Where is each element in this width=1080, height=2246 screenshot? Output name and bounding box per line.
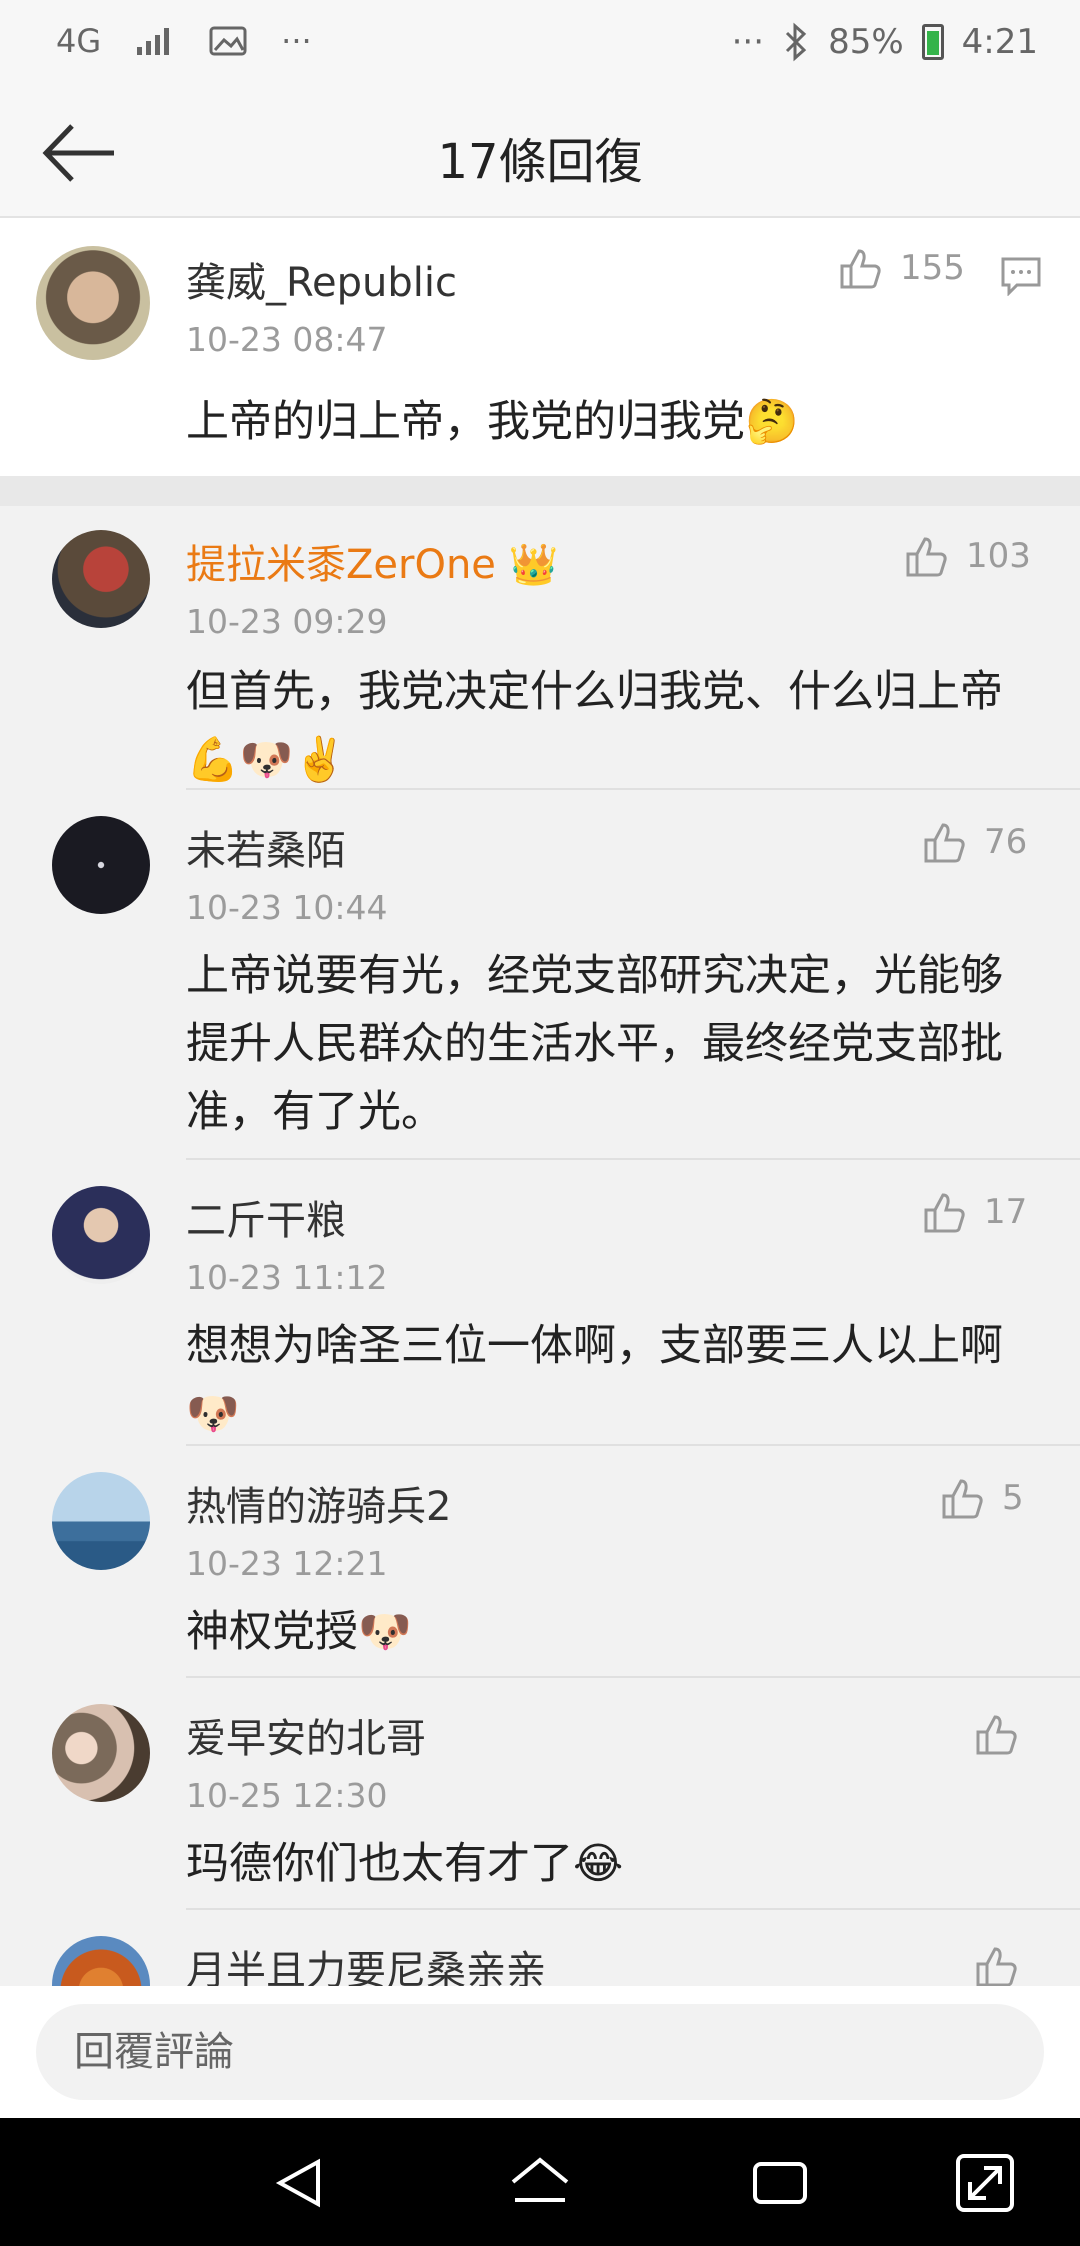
more-indicators: ··· — [731, 22, 765, 62]
like-count: 103 — [966, 536, 1031, 576]
username[interactable]: 龚威_Republic — [186, 250, 457, 308]
section-divider — [0, 476, 1080, 506]
recents-nav-icon[interactable] — [745, 2148, 815, 2218]
comment-text: 上帝的归上帝，我党的归我党🤔 — [186, 397, 799, 447]
reply-item: 热情的游骑兵2 10-23 12:21 5 神权党授🐶 — [0, 1446, 1080, 1678]
avatar[interactable] — [36, 246, 150, 360]
title-bar: 17條回復 — [0, 90, 1080, 218]
like-button[interactable]: 155 — [838, 246, 965, 290]
like-count: 76 — [984, 822, 1028, 862]
home-nav-icon[interactable] — [505, 2148, 575, 2218]
like-count: 5 — [1002, 1478, 1024, 1518]
like-button[interactable] — [974, 1944, 1020, 1986]
reply-text: 想想为啥圣三位一体啊，支部要三人以上啊🐶 — [186, 1321, 1003, 1439]
like-count: 155 — [900, 248, 965, 288]
reply-item: 二斤干粮 10-23 11:12 17 想想为啥圣三位一体啊，支部要三人以上啊🐶 — [0, 1160, 1080, 1446]
status-right: ··· 85% 4:21 — [732, 22, 1038, 62]
signal-icon — [137, 28, 170, 55]
avatar[interactable] — [52, 1936, 150, 1986]
username[interactable]: 月半且力要尼桑亲亲 — [186, 1938, 546, 1986]
username[interactable]: 提拉米黍ZerOne 👑 — [186, 532, 558, 590]
avatar[interactable] — [52, 1186, 150, 1284]
thumbs-up-icon — [976, 1947, 1017, 1986]
image-icon — [209, 26, 247, 56]
network-indicator: 4G — [56, 22, 102, 60]
avatar[interactable] — [52, 1472, 150, 1570]
reply-item: 爱早安的北哥 10-25 12:30 玛德你们也太有才了😂 — [0, 1678, 1080, 1910]
reply-text: 上帝说要有光，经党支部研究决定，光能够提升人民群众的生活水平，最终经党支部批准，… — [186, 951, 1003, 1137]
bluetooth-icon — [786, 22, 807, 62]
like-button[interactable] — [974, 1712, 1020, 1756]
page-title: 17條回復 — [437, 134, 643, 190]
expand-nav-icon[interactable] — [950, 2148, 1020, 2218]
thumbs-up-icon — [924, 1193, 965, 1233]
thumbs-up-icon — [976, 1715, 1017, 1755]
clock: 4:21 — [961, 22, 1038, 62]
like-count: 17 — [984, 1192, 1028, 1232]
back-nav-icon[interactable] — [266, 2148, 336, 2218]
thumbs-up-icon — [942, 1479, 983, 1519]
reply-text: 玛德你们也太有才了😂 — [186, 1839, 624, 1889]
reply-text: 但首先，我党决定什么归我党、什么归上帝💪🐶✌️ — [186, 667, 1003, 785]
comment-icon[interactable] — [1000, 256, 1042, 296]
reply-item: 未若桑陌 10-23 10:44 76 上帝说要有光，经党支部研究决定，光能够提… — [0, 790, 1080, 1160]
like-button[interactable]: 17 — [922, 1190, 1027, 1234]
timestamp: 10-23 11:12 — [186, 1258, 388, 1297]
username[interactable]: 爱早安的北哥 — [186, 1706, 426, 1764]
avatar[interactable] — [52, 1704, 150, 1802]
reply-item: 提拉米黍ZerOne 👑 10-23 09:29 103 但首先，我党决定什么归… — [0, 506, 1080, 790]
battery-percent: 85% — [828, 22, 904, 62]
more-notifications: ··· — [281, 22, 312, 60]
username[interactable]: 热情的游骑兵2 — [186, 1474, 451, 1532]
timestamp: 10-23 12:21 — [186, 1544, 388, 1583]
system-nav-bar — [0, 2118, 1080, 2246]
username[interactable]: 二斤干粮 — [186, 1188, 346, 1246]
thumbs-up-icon — [924, 823, 965, 863]
reply-text: 神权党授🐶 — [186, 1607, 412, 1657]
like-button[interactable]: 103 — [904, 534, 1031, 578]
status-left: 4G ··· — [56, 22, 312, 60]
status-bar: 4G ··· ··· 85% 4:21 — [0, 0, 1080, 90]
thumbs-up-icon — [906, 537, 947, 577]
reply-list: 提拉米黍ZerOne 👑 10-23 09:29 103 但首先，我党决定什么归… — [0, 506, 1080, 1986]
avatar[interactable] — [52, 816, 150, 914]
timestamp: 10-23 08:47 — [186, 320, 388, 359]
reply-input-bar — [0, 1986, 1080, 2118]
timestamp: 10-23 10:44 — [186, 888, 388, 927]
username[interactable]: 未若桑陌 — [186, 818, 346, 876]
avatar[interactable] — [52, 530, 150, 628]
reply-input[interactable] — [36, 2004, 1044, 2100]
timestamp: 10-23 09:29 — [186, 602, 388, 641]
like-button[interactable]: 5 — [940, 1476, 1024, 1520]
reply-item: 月半且力要尼桑亲亲 — [0, 1910, 1080, 1986]
battery-icon — [921, 24, 944, 60]
like-button[interactable]: 76 — [922, 820, 1027, 864]
timestamp: 10-25 12:30 — [186, 1776, 388, 1815]
main-comment: 龚威_Republic 10-23 08:47 155 上帝的归上帝，我党的归我… — [0, 218, 1080, 476]
thumbs-up-icon — [840, 249, 881, 289]
